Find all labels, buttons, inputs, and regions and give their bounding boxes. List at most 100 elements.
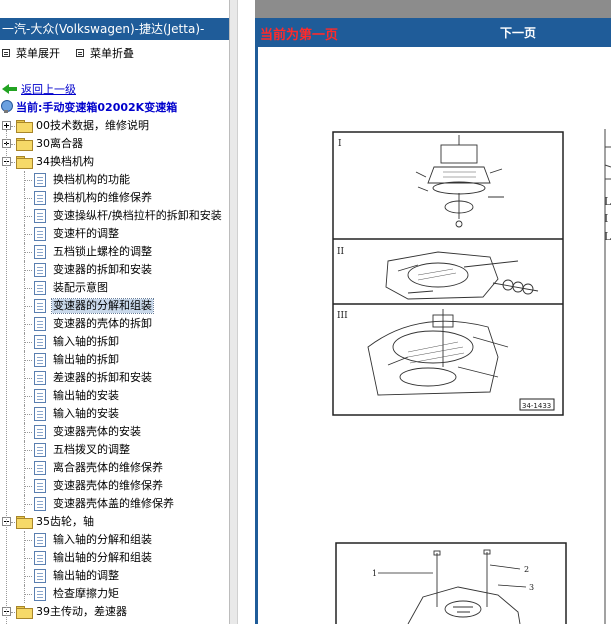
document-icon [34,281,46,295]
folder-icon [16,156,33,169]
tree-connector [24,378,32,379]
tree-doc-item[interactable]: 变速器壳体的安装 [0,423,229,441]
tree-folder-item[interactable]: 30离合器 [0,135,229,153]
tree-connector [24,414,32,415]
frame-divider[interactable] [237,0,255,624]
tree-doc-item[interactable]: 五档锁止螺栓的调整 [0,243,229,261]
page-status: 当前为第一页 [260,28,339,43]
tree-doc-item[interactable]: 输出轴的调整 [0,567,229,585]
collapse-menu-button[interactable]: 菜单折叠 [76,46,134,60]
tree-doc-item[interactable]: 变速器壳体的维修保养 [0,477,229,495]
tree-item-label: 五档锁止螺栓的调整 [53,245,152,258]
tree-item-label: 输出轴的分解和组装 [53,551,152,564]
back-arrow-icon [2,83,18,95]
document-icon [34,587,46,601]
document-icon [34,317,46,331]
tree-doc-item[interactable]: 变速操纵杆/换档拉杆的拆卸和安装 [0,207,229,225]
collapse-menu-label: 菜单折叠 [90,47,134,60]
tree-item-label: 输入轴的拆卸 [53,335,119,348]
tree-doc-item[interactable]: 变速器的拆卸和安装 [0,261,229,279]
tree-item-label: 变速器壳体盖的维修保养 [53,497,174,510]
tree-connector [24,504,32,505]
document-icon [34,461,46,475]
tree-doc-item[interactable]: 输出轴的安装 [0,387,229,405]
tree-connector [11,144,15,145]
tree-item-label-selected: 变速器的分解和组装 [51,298,154,314]
document-icon [34,263,46,277]
tree-connector [24,324,32,325]
tree-doc-item[interactable]: 换档机构的功能 [0,171,229,189]
tree-item-label: 输入轴的安装 [53,407,119,420]
tree-item-label: 输出轴的拆卸 [53,353,119,366]
tree-doc-item[interactable]: 离合器壳体的维修保养 [0,459,229,477]
tree-connector [24,360,32,361]
tree-item-label: 35齿轮，轴 [36,515,94,528]
tree-item-label: 装配示意图 [53,281,108,294]
expand-menu-label: 菜单展开 [16,47,60,60]
back-link[interactable]: 返回上一级 [2,82,76,96]
tree-item-label: 五档拨叉的调整 [53,443,130,456]
tree-connector [11,162,15,163]
tree-doc-item[interactable]: 变速器的壳体的拆卸 [0,315,229,333]
next-page-link[interactable]: 下一页 [500,24,536,41]
tree-doc-item[interactable]: 输入轴的分解和组装 [0,531,229,549]
expand-menu-button[interactable]: 菜单展开 [2,46,60,60]
document-page: I II III 34-1433 1 2 3 L I L [258,47,611,624]
tree-connector [24,270,32,271]
sidebar-scrollbar[interactable] [229,0,237,624]
exploded-view-figure: I II III 34-1433 [332,131,564,416]
tree-doc-item[interactable]: 差速器的拆卸和安装 [0,369,229,387]
document-icon [34,371,46,385]
tree-doc-item[interactable]: 装配示意图 [0,279,229,297]
tree-item-label: 变速操纵杆/换档拉杆的拆卸和安装 [53,209,222,222]
tree-connector [24,234,32,235]
tree-item-label: 输出轴的安装 [53,389,119,402]
figure-number: 34-1433 [522,402,551,410]
tree-doc-item[interactable]: 输入轴的拆卸 [0,333,229,351]
document-icon [34,533,46,547]
tree-doc-item[interactable]: 检查摩擦力矩 [0,585,229,603]
tree-item-label: 00技术数据，维修说明 [36,119,149,132]
document-icon [34,425,46,439]
tree-doc-item[interactable]: 变速器壳体盖的维修保养 [0,495,229,513]
document-icon [34,443,46,457]
figure-panel-label: II [337,247,345,257]
tree-doc-item[interactable]: 输入轴的安装 [0,405,229,423]
tree-doc-item[interactable]: 输出轴的分解和组装 [0,549,229,567]
tree-doc-item[interactable]: 变速杆的调整 [0,225,229,243]
tree-doc-item[interactable]: 换档机构的维修保养 [0,189,229,207]
tree-doc-item[interactable]: 输出轴的拆卸 [0,351,229,369]
tree-item-label: 检查摩擦力矩 [53,587,119,600]
current-location: 当前:手动变速箱02002K变速箱 [0,99,177,115]
expand-toggle-icon[interactable] [2,121,11,130]
tree-doc-item[interactable]: 变速器的分解和组装 [0,297,229,315]
tree-connector [24,306,32,307]
tree-item-label: 34换档机构 [36,155,94,168]
tree-connector [24,180,32,181]
folder-icon [16,516,33,529]
tree-connector [24,486,32,487]
figure-callout: 3 [529,583,534,592]
tree-folder-item[interactable]: 39主传动，差速器 [0,603,229,621]
document-icon [34,173,46,187]
tree-connector [24,432,32,433]
folder-icon [16,138,33,151]
tree-connector [24,342,32,343]
sidebar: 一汽-大众(Volkswagen)-捷达(Jetta)- 菜单展开 菜单折叠 返… [0,0,229,624]
document-icon [34,299,46,313]
current-location-label: 当前:手动变速箱02002K变速箱 [16,101,178,114]
tree-item-label: 变速杆的调整 [53,227,119,240]
document-icon [34,191,46,205]
folder-icon [16,120,33,133]
document-icon [34,551,46,565]
tree-folder-item[interactable]: 00技术数据，维修说明 [0,117,229,135]
tree-doc-item[interactable]: 五档拨叉的调整 [0,441,229,459]
tree-folder-item[interactable]: 35齿轮，轴 [0,513,229,531]
tree-connector [24,198,32,199]
tree-folder-item[interactable]: 34换档机构 [0,153,229,171]
back-link-label[interactable]: 返回上一级 [21,81,76,97]
document-icon [34,245,46,259]
figure-panel-label: III [337,311,348,321]
tree-connector [24,468,32,469]
tree-connector [24,558,32,559]
